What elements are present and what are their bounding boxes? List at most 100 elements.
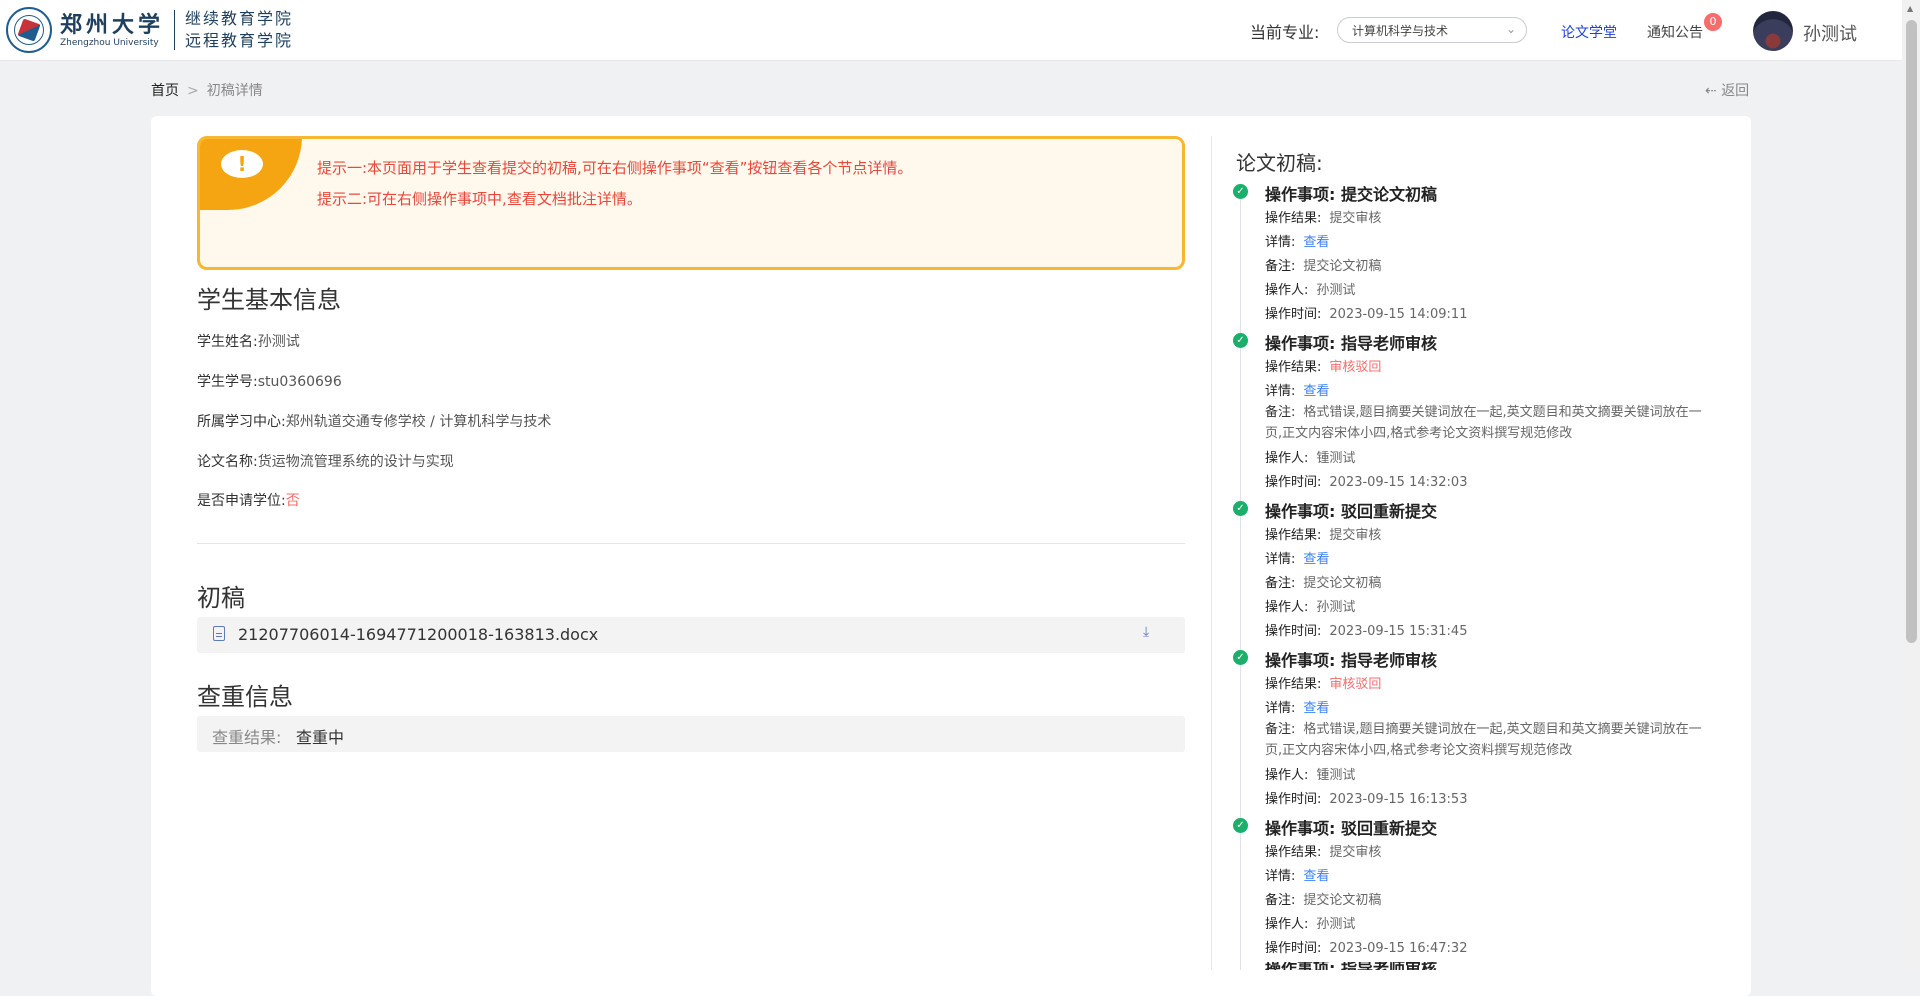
item-value: 指导老师审核 (1340, 651, 1437, 670)
detail-key: 详情: (1265, 235, 1296, 250)
tip-line-2: 提示二:可在右侧操作事项中,查看文档批注详情。 (317, 190, 642, 208)
degree-field: 是否申请学位:否 (197, 490, 300, 510)
timeline-person-row: 操作人: 锺测试 (1265, 447, 1355, 466)
check-circle-icon: ✓ (1233, 818, 1248, 833)
person-value: 孙测试 (1316, 600, 1356, 615)
nav-thesis-link[interactable]: 论文学堂 (1561, 22, 1617, 42)
column-divider (1211, 136, 1212, 970)
result-value: 提交审核 (1329, 528, 1382, 543)
dup-check-title: 查重信息 (197, 683, 293, 711)
student-id-value: stu0360696 (257, 374, 342, 390)
breadcrumb-home[interactable]: 首页 (151, 83, 179, 99)
thesis-name-label: 论文名称: (197, 454, 258, 470)
logo-en-text: Zhengzhou University (60, 38, 159, 48)
result-key: 操作结果: (1265, 677, 1322, 692)
thesis-name-value: 货运物流管理系统的设计与实现 (257, 454, 454, 470)
university-emblem-icon (6, 7, 52, 53)
result-key: 操作结果: (1265, 360, 1322, 375)
view-link[interactable]: 查看 (1303, 552, 1329, 567)
time-value: 2023-09-15 16:47:32 (1329, 941, 1468, 956)
timeline-result-row: 操作结果: 提交审核 (1265, 524, 1381, 543)
item-key: 操作事项: (1265, 334, 1336, 353)
tip-box: ! 提示一:本页面用于学生查看提交的初稿,可在右侧操作事项“查看”按钮查看各个节… (197, 136, 1185, 270)
detail-key: 详情: (1265, 552, 1296, 567)
view-link[interactable]: 查看 (1303, 235, 1329, 250)
view-link[interactable]: 查看 (1303, 869, 1329, 884)
time-value: 2023-09-15 15:31:45 (1329, 624, 1468, 639)
time-key: 操作时间: (1265, 307, 1322, 322)
timeline-detail-row: 详情: 查看 (1265, 548, 1329, 567)
tip-line-1: 提示一:本页面用于学生查看提交的初稿,可在右侧操作事项“查看”按钮查看各个节点详… (317, 159, 913, 177)
draft-file-name[interactable]: 21207706014-1694771200018-163813.docx (238, 625, 598, 644)
timeline-person-row: 操作人: 锺测试 (1265, 764, 1355, 783)
timeline-result-row: 操作结果: 审核驳回 (1265, 356, 1381, 375)
logo-cn-text: 郑州大学 (60, 12, 165, 38)
note-key: 备注: (1265, 259, 1296, 274)
student-name-field: 学生姓名:孙测试 (197, 331, 300, 351)
item-key: 操作事项: (1265, 185, 1336, 204)
student-name-label: 学生姓名: (197, 334, 258, 350)
back-button[interactable]: ⇠ 返回 (1705, 80, 1749, 100)
view-link[interactable]: 查看 (1303, 701, 1329, 716)
note-value: 提交论文初稿 (1303, 576, 1382, 591)
download-icon[interactable]: ⤓ (1143, 624, 1149, 640)
logo-divider (174, 10, 176, 50)
view-link[interactable]: 查看 (1303, 384, 1329, 399)
thesis-name-field: 论文名称:货运物流管理系统的设计与实现 (197, 451, 454, 471)
timeline-item-title: 操作事项: 指导老师审核 (1265, 647, 1437, 671)
university-logo[interactable]: 郑州大学 Zhengzhou University 继续教育学院 远程教育学院 (6, 6, 293, 54)
timeline-line (1240, 190, 1241, 970)
timeline-item-title-partial: 操作事项: 指导老师审核 (1265, 962, 1437, 970)
timeline-detail-row: 详情: 查看 (1265, 231, 1329, 250)
check-circle-icon: ✓ (1233, 184, 1248, 199)
item-value: 提交论文初稿 (1340, 185, 1437, 204)
timeline-detail-row: 详情: 查看 (1265, 865, 1329, 884)
result-key: 操作结果: (1265, 845, 1322, 860)
notice-count-badge: 0 (1704, 13, 1722, 31)
timeline-time-row: 操作时间: 2023-09-15 16:47:32 (1265, 937, 1467, 956)
timeline-title: 论文初稿: (1236, 151, 1323, 175)
scrollbar-thumb[interactable] (1906, 20, 1917, 643)
timeline-note-row: 备注: 提交论文初稿 (1265, 572, 1381, 591)
major-select[interactable]: 计算机科学与技术 ⌄ (1337, 17, 1527, 43)
avatar[interactable] (1753, 11, 1793, 51)
result-key: 操作结果: (1265, 211, 1322, 226)
study-center-label: 所属学习中心: (197, 414, 286, 430)
draft-title: 初稿 (197, 584, 245, 612)
person-value: 孙测试 (1316, 917, 1356, 932)
timeline-item-title: 操作事项: 驳回重新提交 (1265, 498, 1437, 522)
person-value: 锺测试 (1316, 451, 1356, 466)
page-scrollbar[interactable]: ▲ (1903, 0, 1920, 970)
scroll-up-arrow-icon[interactable]: ▲ (1907, 4, 1913, 13)
result-value: 审核驳回 (1329, 360, 1382, 375)
detail-key: 详情: (1265, 701, 1296, 716)
time-key: 操作时间: (1265, 941, 1322, 956)
check-circle-icon: ✓ (1233, 333, 1248, 348)
dup-check-row: 查重结果: 查重中 (197, 716, 1185, 752)
item-value: 驳回重新提交 (1340, 819, 1437, 838)
timeline-item-title: 操作事项: 驳回重新提交 (1265, 815, 1437, 839)
time-value: 2023-09-15 16:13:53 (1329, 792, 1468, 807)
degree-label: 是否申请学位: (197, 493, 286, 509)
item-value: 指导老师审核 (1340, 334, 1437, 353)
note-key: 备注: (1265, 722, 1296, 737)
time-key: 操作时间: (1265, 475, 1322, 490)
note-key: 备注: (1265, 576, 1296, 591)
time-key: 操作时间: (1265, 792, 1322, 807)
major-label: 当前专业: (1250, 23, 1320, 42)
major-select-value: 计算机科学与技术 (1352, 24, 1449, 38)
item-key: 操作事项: (1265, 819, 1336, 838)
username[interactable]: 孙测试 (1803, 20, 1857, 46)
timeline-result-row: 操作结果: 审核驳回 (1265, 673, 1381, 692)
detail-key: 详情: (1265, 869, 1296, 884)
back-label: 返回 (1721, 83, 1750, 99)
timeline-result-row: 操作结果: 提交审核 (1265, 841, 1381, 860)
nav-notice-link[interactable]: 通知公告 (1647, 22, 1703, 42)
draft-file-row[interactable]: 21207706014-1694771200018-163813.docx ⤓ (197, 617, 1185, 653)
result-key: 操作结果: (1265, 528, 1322, 543)
section-divider (197, 543, 1185, 544)
dup-check-label: 查重结果: (212, 728, 282, 747)
top-header: 郑州大学 Zhengzhou University 继续教育学院 远程教育学院 … (0, 0, 1902, 61)
timeline-item-partial: 操作事项: 指导老师审核 (1233, 962, 1713, 970)
student-info-title: 学生基本信息 (197, 286, 341, 314)
